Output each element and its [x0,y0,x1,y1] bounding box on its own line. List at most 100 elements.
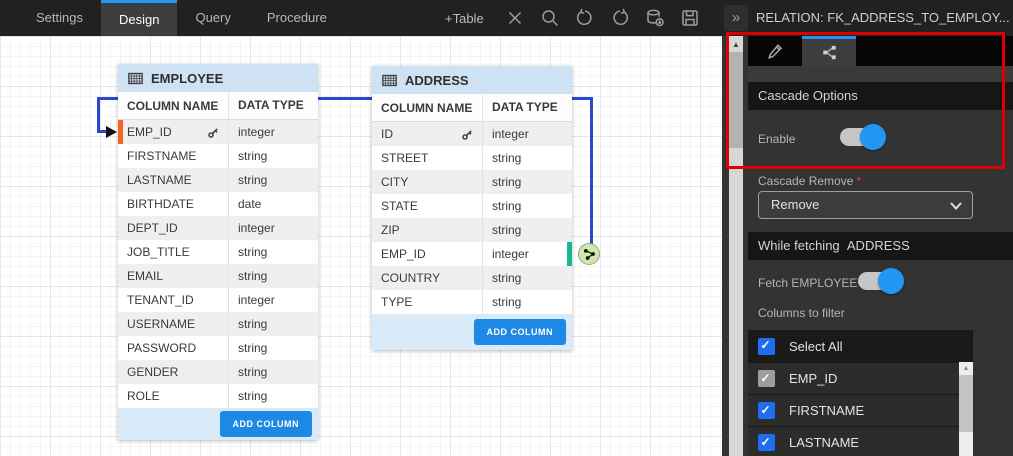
tab-query[interactable]: Query [177,0,248,36]
column-checkbox[interactable] [758,402,775,419]
column-type: string [228,264,318,288]
pencil-icon [766,42,785,61]
column-type: integer [482,122,572,146]
design-canvas[interactable]: EMPLOYEE COLUMN NAME DATA TYPE EMP_ID [0,36,722,456]
column-checkbox[interactable] [758,434,775,451]
table-row[interactable]: USERNAME string [118,312,318,336]
table-row[interactable]: STATE string [372,194,572,218]
filter-column-row[interactable]: LASTNAME [748,426,973,456]
filter-list-scrollbar[interactable]: ▲ [959,362,973,456]
column-name: JOB_TITLE [127,245,190,259]
scroll-up-icon[interactable]: ▲ [959,362,973,375]
table-row[interactable]: TENANT_ID integer [118,288,318,312]
relation-line-right-vertical[interactable] [590,97,593,244]
chevron-down-icon [950,202,962,210]
column-name: EMP_ID [127,125,172,139]
table-row[interactable]: EMP_ID integer [372,242,572,266]
table-row[interactable]: BIRTHDATE date [118,192,318,216]
table-row[interactable]: ROLE string [118,384,318,408]
column-name: TENANT_ID [127,293,194,307]
column-name: FIRSTNAME [127,149,196,163]
column-name: LASTNAME [127,173,192,187]
column-checkbox[interactable] [758,370,775,387]
column-type: string [228,240,318,264]
column-type: string [482,194,572,218]
toolbar-actions: +Table [445,0,700,36]
scroll-up-icon[interactable]: ▲ [729,36,743,52]
columns-filter-list: Select All EMP_ID FIRSTNAME LASTNAME ▲ [748,330,973,456]
table-row[interactable]: COUNTRY string [372,266,572,290]
table-row[interactable]: DEPT_ID integer [118,216,318,240]
save-icon[interactable] [680,8,700,28]
cascade-remove-select[interactable]: Remove [758,191,973,219]
column-type: string [482,218,572,242]
table-row[interactable]: STREET string [372,146,572,170]
table-row[interactable]: GENDER string [118,360,318,384]
table-row[interactable]: EMAIL string [118,264,318,288]
relation-properties-panel: ▲ Cascade Options Enable Cascade Remove*… [722,36,1013,456]
column-name: EMAIL [127,269,163,283]
table-address[interactable]: ADDRESS COLUMN NAME DATA TYPE ID inte [372,66,572,350]
toolbar-tabs: Settings Design Query Procedure [18,0,345,36]
column-name: STREET [381,151,428,165]
scrollbar-thumb[interactable] [959,375,973,432]
column-type: integer [228,216,318,240]
table-row[interactable]: TYPE string [372,290,572,314]
add-column-button[interactable]: ADD COLUMN [474,319,567,345]
panel-tabs [748,36,1013,66]
enable-label: Enable [758,132,795,146]
table-row[interactable]: FIRSTNAME string [118,144,318,168]
column-name: COUNTRY [381,271,440,285]
select-all-row[interactable]: Select All [748,330,973,362]
add-column-button[interactable]: ADD COLUMN [220,411,313,437]
search-icon[interactable] [540,8,560,28]
tab-edit[interactable] [748,36,802,66]
column-label: EMP_ID [789,371,837,386]
panel-collapse-chevron-icon[interactable]: » [724,5,748,31]
redo-icon[interactable] [610,8,630,28]
panel-scrollbar[interactable]: ▲ [729,36,743,456]
enable-toggle[interactable] [838,124,886,150]
column-type: string [228,360,318,384]
column-type: string [482,170,572,194]
table-row[interactable]: ZIP string [372,218,572,242]
select-all-checkbox[interactable] [758,338,775,355]
column-name: ID [381,127,393,141]
relation-icon [820,43,839,62]
column-name: ROLE [127,389,160,403]
filter-column-row[interactable]: FIRSTNAME [748,394,973,426]
table-row[interactable]: JOB_TITLE string [118,240,318,264]
undo-icon[interactable] [575,8,595,28]
table-address-header[interactable]: ADDRESS [372,66,572,94]
column-type: date [228,192,318,216]
table-employee-footer: ADD COLUMN [118,408,318,440]
top-toolbar: Settings Design Query Procedure +Table »… [0,0,1013,36]
while-fetching-header: While fetching ADDRESS [748,232,1013,260]
relation-connector-icon[interactable] [578,243,600,265]
column-type: string [228,336,318,360]
table-grid-icon [381,73,398,88]
filter-column-row[interactable]: EMP_ID [748,362,973,394]
fetch-employee-toggle[interactable] [856,268,904,294]
scrollbar-thumb[interactable] [729,52,743,148]
tab-relation[interactable] [802,36,856,66]
add-table-button[interactable]: +Table [445,11,484,26]
column-name: PASSWORD [127,341,196,355]
table-employee[interactable]: EMPLOYEE COLUMN NAME DATA TYPE EMP_ID [118,64,318,440]
column-label: LASTNAME [789,435,859,450]
table-row[interactable]: EMP_ID integer [118,120,318,144]
relation-arrowhead-icon [106,126,117,138]
tab-design[interactable]: Design [101,0,177,36]
column-name: CITY [381,175,408,189]
table-row[interactable]: LASTNAME string [118,168,318,192]
close-icon[interactable] [505,8,525,28]
table-row[interactable]: PASSWORD string [118,336,318,360]
tab-procedure[interactable]: Procedure [249,0,345,36]
cascade-options-header: Cascade Options [748,82,1013,110]
tab-settings[interactable]: Settings [18,0,101,36]
relation-line-left-vertical[interactable] [97,97,100,131]
table-row[interactable]: ID integer [372,122,572,146]
table-employee-header[interactable]: EMPLOYEE [118,64,318,92]
table-row[interactable]: CITY string [372,170,572,194]
export-database-icon[interactable] [645,8,665,28]
